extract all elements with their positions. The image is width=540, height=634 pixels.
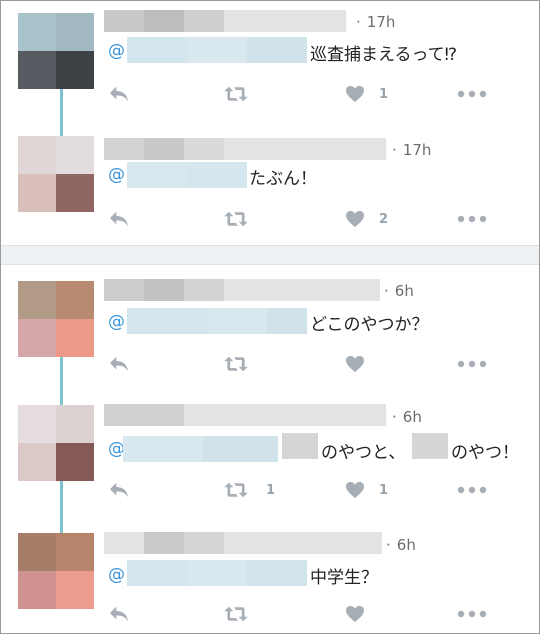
- like-count: 2: [379, 212, 389, 227]
- retweet-icon[interactable]: [222, 355, 250, 373]
- tweet[interactable]: · 17h @ 巡査捕まえるって⁉ 1: [1, 1, 539, 126]
- author-name[interactable]: [104, 279, 380, 301]
- mention-handle[interactable]: [127, 162, 247, 188]
- more-dots-icon[interactable]: [457, 214, 487, 224]
- mention-at-sign[interactable]: @: [108, 165, 125, 185]
- reply-icon[interactable]: [108, 481, 130, 499]
- heart-icon[interactable]: [345, 85, 365, 103]
- heart-icon[interactable]: [345, 355, 365, 373]
- tweet-timestamp[interactable]: · 17h: [392, 141, 431, 159]
- more-dots-icon[interactable]: [457, 485, 487, 495]
- mention-handle[interactable]: [127, 37, 307, 63]
- mention-at-sign[interactable]: @: [108, 41, 125, 61]
- tweet-text: どこのやつか？: [310, 315, 429, 335]
- tweet-text: たぶん！: [249, 169, 317, 189]
- tweet[interactable]: · 6h @ どこのやつか？: [1, 265, 539, 387]
- heart-icon[interactable]: [345, 210, 365, 228]
- avatar[interactable]: [18, 136, 94, 212]
- heart-icon[interactable]: [345, 481, 365, 499]
- reply-icon[interactable]: [108, 605, 130, 623]
- tweet-timestamp[interactable]: · 6h: [384, 282, 414, 300]
- mention-handle[interactable]: [127, 308, 307, 334]
- like-count: 1: [379, 483, 389, 498]
- mention-handle[interactable]: [127, 560, 307, 586]
- tweet-text: 中学生？: [310, 568, 378, 588]
- tweet[interactable]: · 17h @ たぶん！ 2: [1, 126, 539, 244]
- like-count: 1: [379, 87, 389, 102]
- mention-at-sign[interactable]: @: [108, 565, 125, 585]
- tweet-timestamp[interactable]: · 17h: [356, 13, 395, 31]
- tweet-timestamp[interactable]: · 6h: [386, 536, 416, 554]
- redacted-word: [282, 433, 318, 459]
- more-dots-icon[interactable]: [457, 359, 487, 369]
- tweet-text-part-2: のやつ！: [451, 443, 519, 463]
- mention-handle[interactable]: [123, 436, 278, 462]
- redacted-word: [412, 433, 448, 459]
- tweet-timestamp[interactable]: · 6h: [392, 408, 422, 426]
- retweet-icon[interactable]: [222, 85, 250, 103]
- author-name[interactable]: [104, 532, 382, 554]
- avatar[interactable]: [18, 405, 94, 481]
- author-name[interactable]: [104, 404, 386, 426]
- tweet-text: 巡査捕まえるって⁉: [310, 45, 458, 65]
- conversation-panel: · 17h @ 巡査捕まえるって⁉ 1 · 17h @ たぶん！ 2 · 6h …: [0, 0, 540, 634]
- retweet-icon[interactable]: [222, 210, 250, 228]
- retweet-count: 1: [266, 483, 276, 498]
- reply-icon[interactable]: [108, 355, 130, 373]
- retweet-icon[interactable]: [222, 605, 250, 623]
- reply-icon[interactable]: [108, 210, 130, 228]
- author-name[interactable]: [104, 10, 346, 32]
- retweet-icon[interactable]: [222, 481, 250, 499]
- avatar[interactable]: [18, 533, 94, 609]
- author-name[interactable]: [104, 138, 386, 160]
- avatar[interactable]: [18, 13, 94, 89]
- mention-at-sign[interactable]: @: [108, 312, 125, 332]
- heart-icon[interactable]: [345, 605, 365, 623]
- avatar[interactable]: [18, 281, 94, 357]
- conversation-divider: [1, 245, 539, 265]
- tweet-text-part-1: のやつと、: [321, 443, 406, 463]
- tweet[interactable]: · 6h @ 中学生？: [1, 511, 539, 633]
- tweet[interactable]: · 6h @ のやつと、 のやつ！ 1 1: [1, 387, 539, 511]
- more-dots-icon[interactable]: [457, 89, 487, 99]
- reply-icon[interactable]: [108, 85, 130, 103]
- more-dots-icon[interactable]: [457, 609, 487, 619]
